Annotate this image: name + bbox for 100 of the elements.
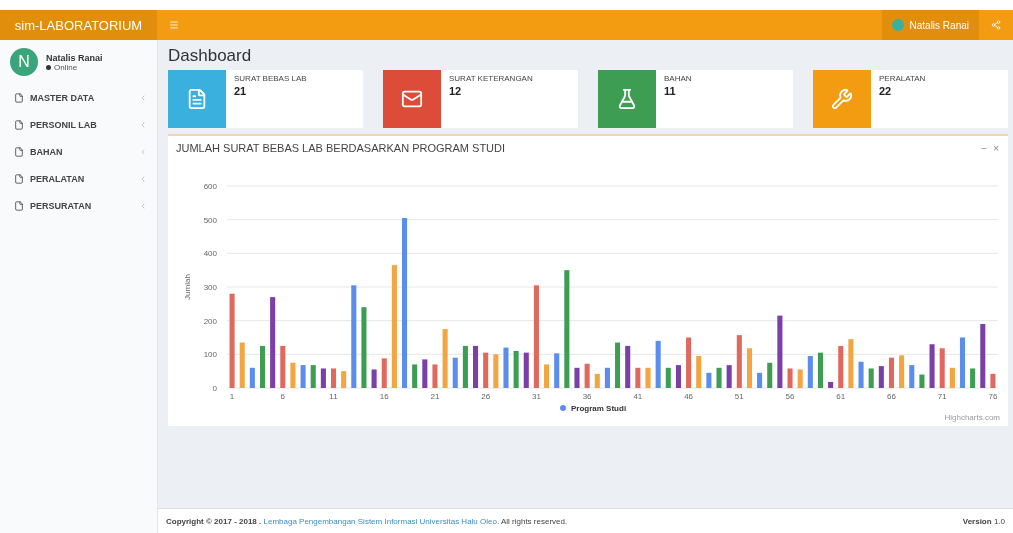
bar — [320, 368, 326, 388]
file-icon — [14, 173, 24, 184]
bar — [483, 352, 489, 388]
bar — [604, 367, 610, 388]
footer-link[interactable]: Lembaga Pengembangan Sistem Informasi Universitas Halu Oleo — [263, 516, 497, 526]
status-dot — [46, 64, 51, 70]
sidebar-item[interactable]: PERSONIL LAB — [0, 111, 157, 138]
x-tick-label: 11 — [329, 392, 338, 401]
bar — [290, 362, 296, 388]
bar — [625, 345, 631, 388]
copyright-text: Copyright © 2017 - 2018 . Lembaga Pengembangan Sistem Informasi Universitas Halu Oleo. All rights reserved. — [166, 516, 569, 526]
bar — [249, 367, 255, 388]
info-box-label: SURAT KETERANGAN — [449, 74, 533, 83]
bar — [899, 355, 905, 388]
info-box-value: 11 — [664, 85, 677, 97]
chevron-icon — [139, 201, 147, 210]
collapse-button[interactable]: − — [978, 142, 991, 154]
bar — [828, 381, 834, 388]
bar — [442, 329, 448, 388]
sidebar-item[interactable]: BAHAN — [0, 138, 157, 165]
bar — [665, 367, 671, 388]
sidebar-item[interactable]: PERSURATAN — [0, 192, 157, 219]
x-tick-label: 36 — [582, 392, 592, 401]
bar — [787, 368, 793, 388]
bar — [757, 372, 763, 388]
x-tick-label: 21 — [430, 392, 440, 401]
y-tick-label: 100 — [203, 350, 217, 360]
bar — [584, 363, 590, 388]
x-tick-label: 6 — [280, 392, 285, 401]
bar — [645, 367, 651, 388]
x-tick-label: 51 — [734, 392, 744, 401]
menu-icon — [169, 20, 179, 30]
sidebar-item[interactable]: MASTER DATA — [0, 84, 157, 111]
bar — [848, 339, 854, 388]
x-tick-label: 76 — [988, 392, 998, 401]
chart-title: JUMLAH SURAT BEBAS LAB BERDASARKAN PROGRAM STUDI — [176, 142, 507, 154]
bar — [990, 373, 996, 388]
sidebar-item[interactable]: PERALATAN — [0, 165, 157, 192]
bar — [422, 359, 428, 388]
bar — [817, 352, 823, 388]
bar — [868, 368, 874, 388]
bar — [838, 345, 844, 388]
x-tick-label: 16 — [379, 392, 389, 401]
legend-label[interactable]: Program Studi — [571, 404, 627, 413]
bar — [280, 345, 286, 388]
y-tick-label: 500 — [203, 215, 217, 225]
bar — [696, 356, 702, 388]
bar — [432, 364, 438, 388]
flask-icon — [616, 88, 638, 110]
info-box-label: PERALATAN — [879, 74, 926, 83]
chevron-icon — [139, 93, 147, 102]
page-title: Dashboard — [168, 46, 253, 66]
user-avatar-icon — [891, 19, 904, 31]
bar — [736, 335, 742, 388]
bar — [341, 371, 347, 388]
bar — [371, 369, 377, 388]
bar — [239, 342, 245, 388]
bar — [919, 374, 925, 388]
info-box-value: 21 — [234, 85, 248, 97]
bar — [462, 345, 468, 388]
bar — [767, 362, 773, 388]
legend-dot — [560, 405, 566, 411]
x-tick-label: 71 — [937, 392, 947, 401]
user-name: Natalis Ranai — [46, 52, 103, 63]
x-tick-label: 1 — [229, 392, 235, 401]
close-button[interactable]: × — [990, 142, 1002, 154]
bar — [554, 353, 560, 388]
y-axis-title: Jumlah — [183, 274, 192, 300]
y-tick-label: 600 — [203, 182, 217, 191]
x-tick-label: 31 — [531, 392, 541, 401]
chevron-icon — [139, 147, 147, 156]
info-box-label: BAHAN — [664, 74, 692, 83]
bar — [300, 365, 306, 388]
bar — [746, 348, 752, 388]
wrench-icon — [831, 88, 853, 110]
bar — [513, 350, 519, 388]
mail-icon — [401, 88, 423, 110]
bar — [412, 364, 418, 388]
bar — [259, 345, 266, 388]
bar — [544, 364, 550, 388]
share-icon — [991, 20, 1001, 30]
info-box-value: 12 — [449, 85, 463, 97]
bar — [594, 373, 600, 388]
bar — [858, 361, 864, 388]
bar — [959, 337, 966, 388]
file-icon — [14, 200, 24, 211]
x-tick-label: 41 — [633, 392, 643, 401]
bar — [503, 347, 509, 388]
y-tick-label: 200 — [203, 316, 217, 326]
bar — [574, 367, 580, 388]
bar — [807, 356, 813, 388]
user-status: Online — [54, 62, 78, 72]
bar — [929, 344, 935, 388]
file-icon — [14, 119, 24, 130]
bar — [878, 366, 884, 388]
bar — [706, 372, 712, 388]
bar — [381, 358, 387, 388]
bar — [797, 369, 803, 388]
x-tick-label: 61 — [836, 392, 846, 401]
bar — [635, 367, 641, 388]
